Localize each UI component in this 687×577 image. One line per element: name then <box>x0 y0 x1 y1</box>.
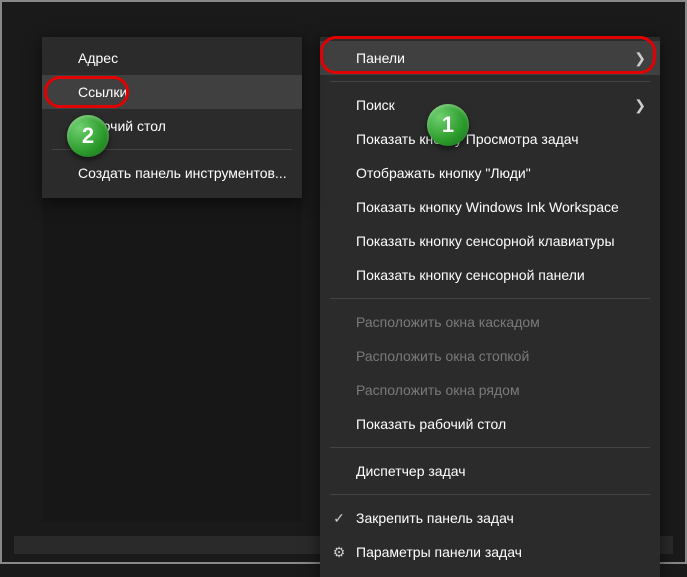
menu-item-label: Расположить окна рядом <box>356 382 520 398</box>
menu-item-cascade: Расположить окна каскадом <box>320 305 660 339</box>
menu-item-task-manager[interactable]: Диспетчер задач <box>320 454 660 488</box>
taskbar-context-menu: Панели ❯ Поиск ❯ Показать кнопку Просмот… <box>320 37 660 577</box>
menu-item-search[interactable]: Поиск ❯ <box>320 88 660 122</box>
menu-item-people[interactable]: Отображать кнопку "Люди" <box>320 156 660 190</box>
badge-number: 1 <box>442 112 454 138</box>
menu-item-touch-keyboard[interactable]: Показать кнопку сенсорной клавиатуры <box>320 224 660 258</box>
menu-item-label: Показать кнопку Просмотра задач <box>356 131 579 147</box>
menu-item-label: Показать рабочий стол <box>356 416 506 432</box>
menu-item-lock-taskbar[interactable]: ✓ Закрепить панель задач <box>320 501 660 535</box>
menu-item-sidebyside: Расположить окна рядом <box>320 373 660 407</box>
annotation-badge-2: 2 <box>67 115 109 157</box>
menu-item-stacked: Расположить окна стопкой <box>320 339 660 373</box>
menu-item-label: Расположить окна стопкой <box>356 348 529 364</box>
separator <box>330 494 650 495</box>
submenu-item-label: Создать панель инструментов... <box>78 165 287 181</box>
submenu-item-address[interactable]: Адрес <box>42 41 302 75</box>
separator <box>330 298 650 299</box>
desktop-background <box>42 182 302 522</box>
menu-item-touchpad[interactable]: Показать кнопку сенсорной панели <box>320 258 660 292</box>
chevron-right-icon: ❯ <box>634 50 646 67</box>
menu-item-label: Показать кнопку Windows Ink Workspace <box>356 199 619 215</box>
menu-item-taskview[interactable]: Показать кнопку Просмотра задач <box>320 122 660 156</box>
separator <box>330 447 650 448</box>
gear-icon: ⚙ <box>330 544 348 561</box>
submenu-item-label: Адрес <box>78 50 118 66</box>
menu-item-label: Диспетчер задач <box>356 463 466 479</box>
menu-item-label: Расположить окна каскадом <box>356 314 540 330</box>
annotation-badge-1: 1 <box>427 104 469 146</box>
menu-item-label: Показать кнопку сенсорной панели <box>356 267 585 283</box>
menu-item-label: Поиск <box>356 97 395 113</box>
chevron-right-icon: ❯ <box>634 97 646 114</box>
menu-item-show-desktop[interactable]: Показать рабочий стол <box>320 407 660 441</box>
menu-item-ink[interactable]: Показать кнопку Windows Ink Workspace <box>320 190 660 224</box>
menu-item-label: Закрепить панель задач <box>356 510 514 526</box>
separator <box>330 81 650 82</box>
submenu-item-label: Ссылки <box>78 84 127 100</box>
menu-item-label: Показать кнопку сенсорной клавиатуры <box>356 233 615 249</box>
menu-item-label: Параметры панели задач <box>356 544 522 560</box>
submenu-item-new-toolbar[interactable]: Создать панель инструментов... <box>42 156 302 190</box>
menu-item-label: Панели <box>356 50 405 66</box>
menu-item-toolbars[interactable]: Панели ❯ <box>320 41 660 75</box>
submenu-item-links[interactable]: Ссылки <box>42 75 302 109</box>
menu-item-label: Отображать кнопку "Люди" <box>356 165 531 181</box>
check-icon: ✓ <box>330 510 348 527</box>
badge-number: 2 <box>82 123 94 149</box>
